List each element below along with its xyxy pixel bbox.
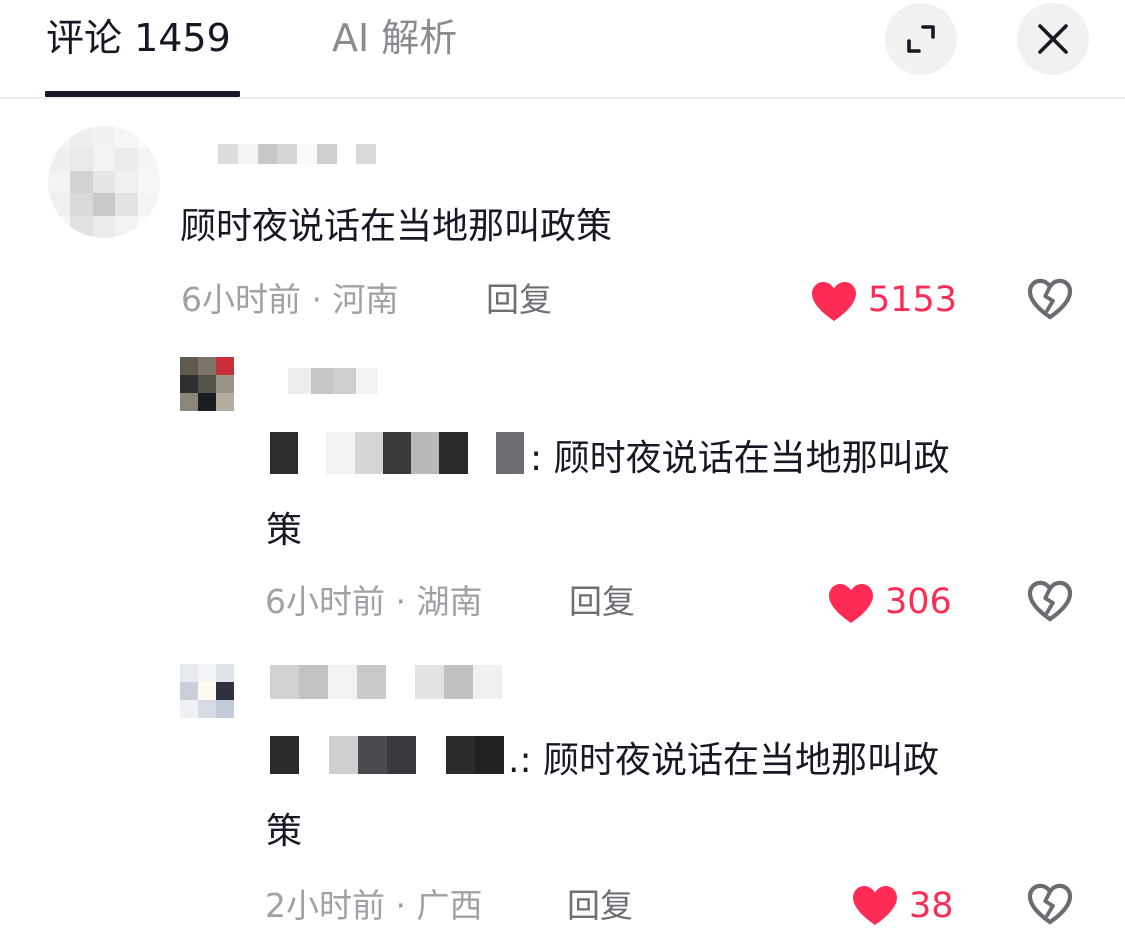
like-count: 5153	[868, 280, 958, 320]
comment-meta: 6小时前 · 湖南	[265, 582, 483, 621]
reply-text-line2: 策	[266, 811, 303, 852]
reply-button[interactable]: 回复	[569, 580, 635, 624]
reply-button[interactable]: 回复	[567, 884, 633, 928]
comment-meta: 6小时前 · 河南	[181, 280, 399, 319]
like-count: 306	[885, 582, 952, 622]
username[interactable]	[288, 368, 378, 394]
comment-meta: 2小时前 · 广西	[265, 886, 483, 925]
active-tab-indicator	[45, 91, 240, 97]
dislike-heart-icon[interactable]	[1027, 278, 1073, 320]
reply-text-line1: .: 顾时夜说话在当地那叫政	[508, 740, 940, 781]
heart-filled-icon[interactable]	[851, 884, 899, 926]
comment-panel-header: 评论 1459 AI 解析	[0, 0, 1125, 99]
mentioned-username[interactable]	[270, 736, 504, 774]
username[interactable]	[218, 144, 376, 164]
avatar[interactable]	[48, 126, 160, 238]
comment-text: 顾时夜说话在当地那叫政策	[180, 206, 613, 247]
heart-filled-icon[interactable]	[810, 280, 858, 322]
avatar[interactable]	[180, 664, 234, 718]
heart-filled-icon[interactable]	[827, 582, 875, 624]
expand-button[interactable]	[885, 3, 957, 75]
avatar[interactable]	[180, 357, 234, 411]
dislike-heart-icon[interactable]	[1027, 883, 1073, 925]
like-count: 38	[909, 886, 954, 926]
close-button[interactable]	[1017, 3, 1089, 75]
close-icon	[1038, 24, 1068, 54]
username[interactable]	[270, 665, 502, 699]
reply-button[interactable]: 回复	[486, 278, 552, 322]
reply-text-line2: 策	[266, 510, 303, 551]
dislike-heart-icon[interactable]	[1027, 580, 1073, 622]
mentioned-username[interactable]	[270, 432, 524, 474]
expand-icon	[907, 25, 935, 53]
reply-text-line1: : 顾时夜说话在当地那叫政	[530, 438, 950, 479]
tab-comments[interactable]: 评论 1459	[46, 14, 231, 62]
tab-ai-analysis[interactable]: AI 解析	[332, 14, 457, 62]
